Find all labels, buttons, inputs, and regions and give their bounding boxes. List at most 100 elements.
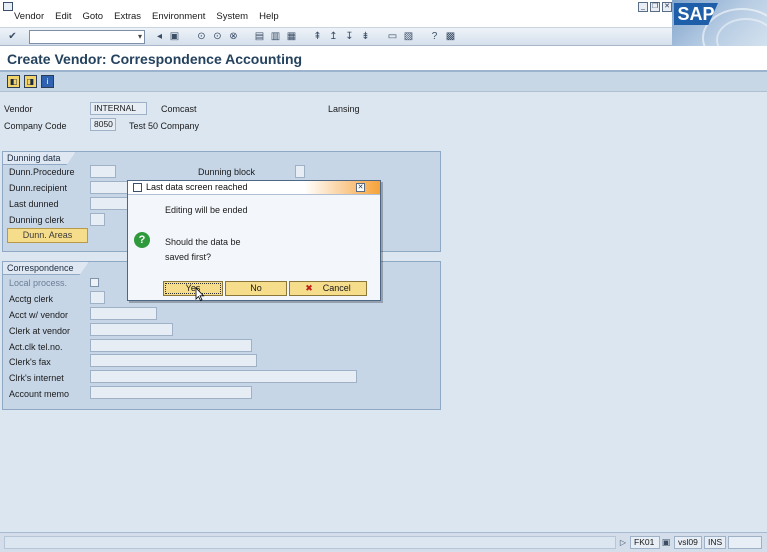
status-bar: ▷ FK01 ▣ vsl09 INS xyxy=(0,532,767,552)
last-page-icon[interactable]: ⇟ xyxy=(359,30,372,43)
yes-button[interactable]: Yes xyxy=(163,281,223,296)
local-process-label: Local process. xyxy=(9,278,68,288)
vendor-name: Comcast xyxy=(161,104,197,114)
insert-mode: INS xyxy=(704,536,726,549)
dunning-recipient-label: Dunn.recipient xyxy=(9,183,68,193)
previous-page-icon[interactable]: ↥ xyxy=(327,30,340,43)
last-dunned-label: Last dunned xyxy=(9,199,59,209)
new-session-icon[interactable]: ▭ xyxy=(386,30,399,43)
no-button[interactable]: No xyxy=(225,281,287,296)
clerk-internet-field[interactable] xyxy=(90,370,357,383)
save-icon[interactable]: ▣ xyxy=(168,30,181,43)
standard-toolbar: ✔ ▾ ◂ ▣ ⊙ ⊙ ⊗ ▤ ▥ ▦ ⇞ ↥ ↧ ⇟ ▭ ▧ ? ▩ xyxy=(0,28,672,46)
dunning-procedure-field[interactable] xyxy=(90,165,116,178)
find-next-icon[interactable]: ▦ xyxy=(285,30,298,43)
exit-icon[interactable]: ⊙ xyxy=(211,30,224,43)
dialog-close-icon[interactable]: ✕ xyxy=(356,183,365,192)
dunning-clerk-label: Dunning clerk xyxy=(9,215,65,225)
dunning-data-title: Dunning data xyxy=(3,152,76,165)
acct-with-vendor-label: Acct w/ vendor xyxy=(9,310,69,320)
company-name: Test 50 Company xyxy=(129,121,200,131)
find-icon[interactable]: ▥ xyxy=(269,30,282,43)
clerk-tel-label: Act.clk tel.no. xyxy=(9,342,63,352)
cancel-button[interactable]: ✖ Cancel xyxy=(289,281,367,296)
menu-items: Vendor Edit Goto Extras Environment Syst… xyxy=(14,11,279,22)
first-page-icon[interactable]: ⇞ xyxy=(311,30,324,43)
correspondence-title: Correspondence xyxy=(3,262,89,275)
question-icon: ? xyxy=(134,232,150,248)
cancel-icon[interactable]: ⊗ xyxy=(227,30,240,43)
vendor-label: Vendor xyxy=(4,104,33,114)
cancel-button-label: Cancel xyxy=(322,283,351,293)
status-blank-segment xyxy=(728,536,762,549)
mouse-pointer-icon xyxy=(195,287,205,301)
menu-bar: Vendor Edit Goto Extras Environment Syst… xyxy=(0,0,767,28)
dialog-title: Last data screen reached xyxy=(146,182,248,192)
account-memo-label: Account memo xyxy=(9,389,70,399)
clerk-internet-label: Clrk's internet xyxy=(9,373,64,383)
vendor-field[interactable]: INTERNAL xyxy=(90,102,147,115)
dialog-title-bar: Last data screen reached ✕ xyxy=(128,181,380,195)
print-icon[interactable]: ▤ xyxy=(253,30,266,43)
system-info-icon[interactable]: ▣ xyxy=(660,536,672,549)
back-arrow-icon[interactable]: ◂ xyxy=(153,30,166,43)
close-icon[interactable]: ✕ xyxy=(662,2,672,12)
info-icon[interactable]: i xyxy=(41,75,54,88)
dunning-block-field[interactable] xyxy=(295,165,305,178)
acctg-clerk-field[interactable] xyxy=(90,291,105,304)
menu-extras[interactable]: Extras xyxy=(114,11,141,22)
menu-help[interactable]: Help xyxy=(259,11,279,22)
dunning-procedure-label: Dunn.Procedure xyxy=(9,167,75,177)
vendor-city: Lansing xyxy=(328,104,360,114)
clerk-fax-field[interactable] xyxy=(90,354,257,367)
layout-menu-icon[interactable]: ▩ xyxy=(444,30,457,43)
dialog-window-icon xyxy=(133,183,142,192)
menu-environment[interactable]: Environment xyxy=(152,11,205,22)
last-dunned-field[interactable] xyxy=(90,197,130,210)
company-code-label: Company Code xyxy=(4,121,67,131)
dunning-block-label: Dunning block xyxy=(198,167,256,177)
window-controls: _ ❐ ✕ xyxy=(638,2,672,12)
menu-system[interactable]: System xyxy=(216,11,248,22)
command-field[interactable]: ▾ xyxy=(29,30,145,44)
shortcut-icon[interactable]: ▧ xyxy=(402,30,415,43)
menu-goto[interactable]: Goto xyxy=(83,11,104,22)
menu-vendor[interactable]: Vendor xyxy=(14,11,44,22)
clerk-at-vendor-field[interactable] xyxy=(90,323,173,336)
dialog-message-line-3: saved first? xyxy=(165,252,212,262)
dunning-recipient-field[interactable] xyxy=(90,181,130,194)
menu-edit[interactable]: Edit xyxy=(55,11,71,22)
clerk-tel-field[interactable] xyxy=(90,339,252,352)
dialog-message-line-1: Editing will be ended xyxy=(165,205,248,215)
screen-title-bar: Create Vendor: Correspondence Accounting xyxy=(0,46,767,72)
transaction-code: FK01 xyxy=(630,536,660,549)
company-code-field[interactable]: 8050 xyxy=(90,118,116,131)
dunning-areas-button[interactable]: Dunn. Areas xyxy=(7,228,88,243)
next-page-icon[interactable]: ↧ xyxy=(343,30,356,43)
save-confirm-dialog: Last data screen reached ✕ Editing will … xyxy=(127,180,381,301)
server-name: vsl09 xyxy=(674,536,702,549)
app-menu-icon[interactable] xyxy=(3,2,13,11)
back-icon[interactable]: ⊙ xyxy=(195,30,208,43)
command-history-icon[interactable]: ▾ xyxy=(138,32,142,41)
status-message-area xyxy=(4,536,616,549)
account-memo-field[interactable] xyxy=(90,386,252,399)
dialog-message-line-2: Should the data be xyxy=(165,237,241,247)
page-title: Create Vendor: Correspondence Accounting xyxy=(7,51,303,67)
enter-icon[interactable]: ✔ xyxy=(6,30,19,43)
acctg-clerk-label: Acctg clerk xyxy=(9,294,54,304)
clerk-fax-label: Clerk's fax xyxy=(9,357,51,367)
restore-icon[interactable]: ❐ xyxy=(650,2,660,12)
application-toolbar: ◧ ◨ i xyxy=(0,72,767,92)
previous-screen-icon[interactable]: ◧ xyxy=(7,75,20,88)
sap-logo: SAP xyxy=(672,0,767,46)
help-icon[interactable]: ? xyxy=(428,30,441,43)
acct-with-vendor-field[interactable] xyxy=(90,307,157,320)
cancel-x-icon: ✖ xyxy=(305,283,313,293)
minimize-icon[interactable]: _ xyxy=(638,2,648,12)
clerk-at-vendor-label: Clerk at vendor xyxy=(9,326,71,336)
next-screen-icon[interactable]: ◨ xyxy=(24,75,37,88)
status-expand-icon[interactable]: ▷ xyxy=(618,536,628,549)
local-process-checkbox[interactable] xyxy=(90,278,99,287)
dunning-clerk-field[interactable] xyxy=(90,213,105,226)
